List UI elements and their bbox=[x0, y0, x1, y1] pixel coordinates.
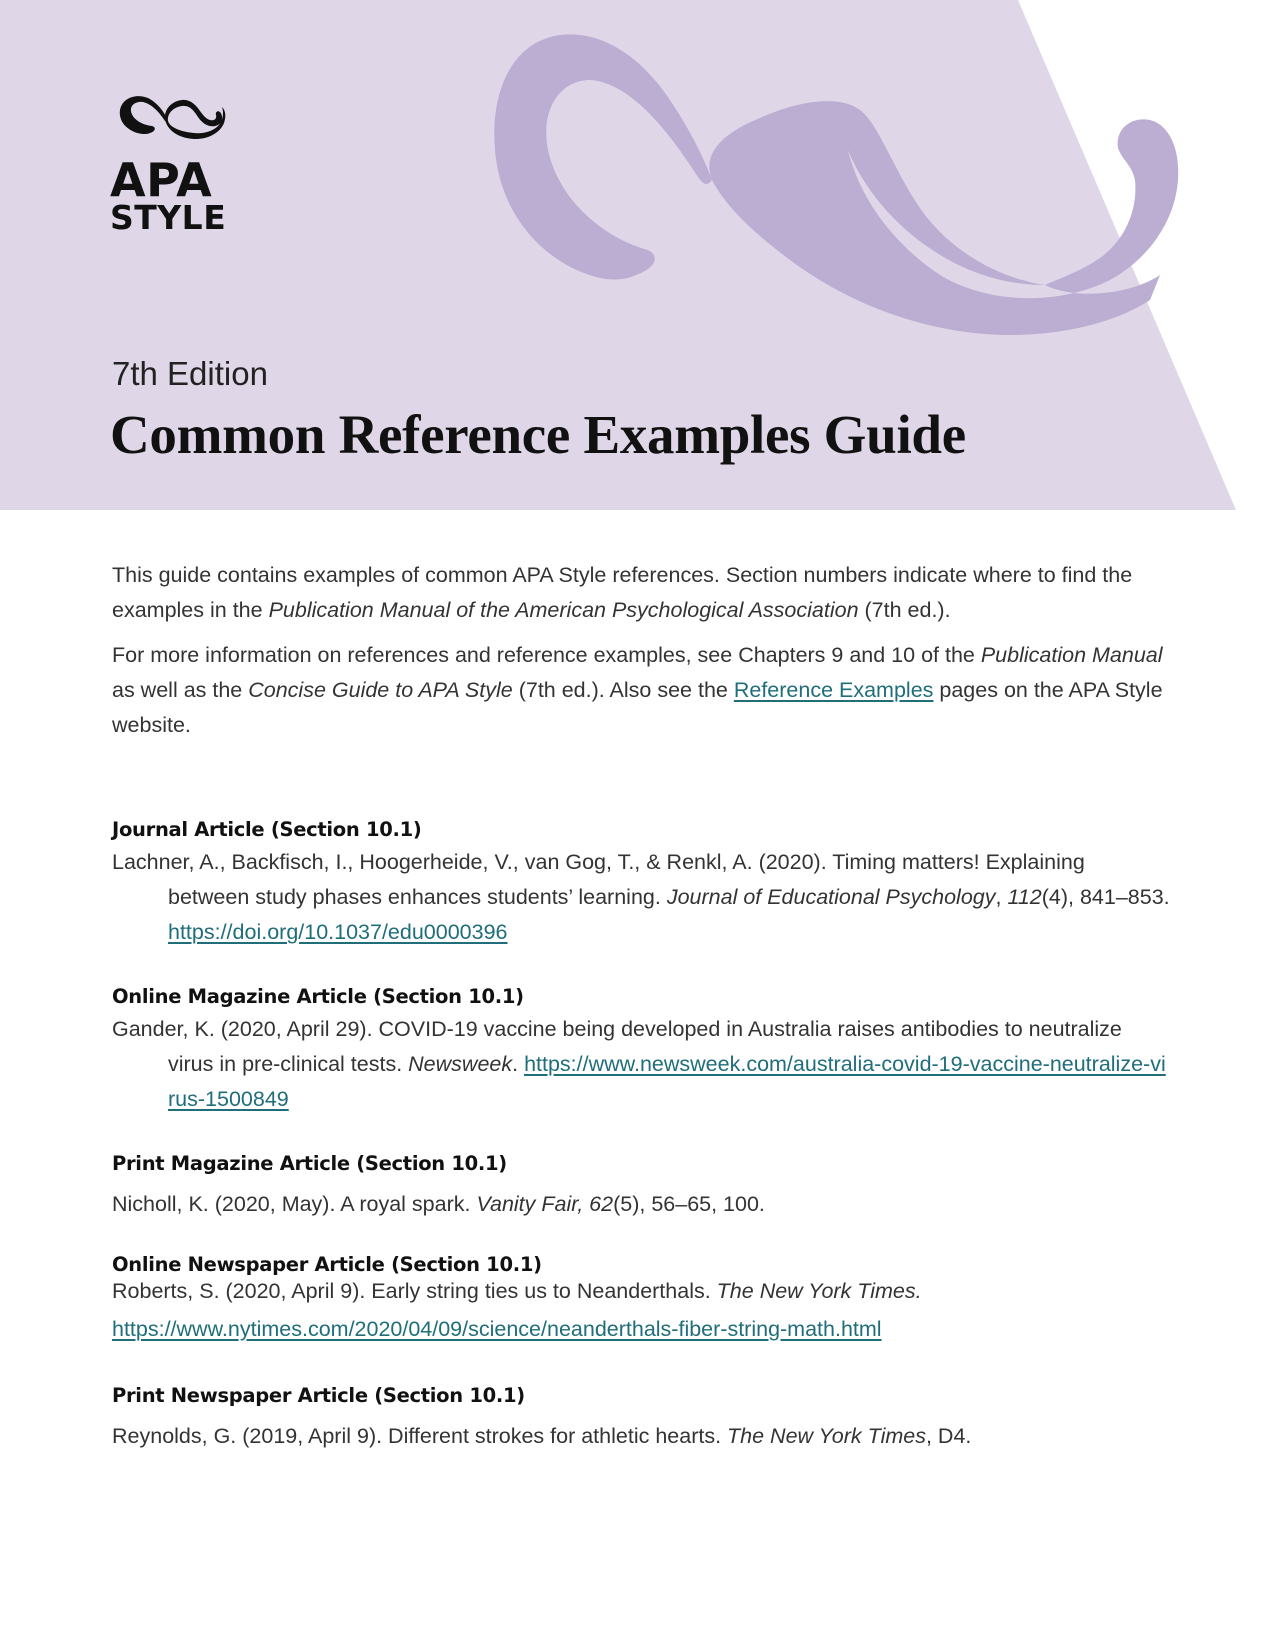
reference-heading: Online Magazine Article (Section 10.1) bbox=[112, 985, 524, 1008]
reference-heading: Print Magazine Article (Section 10.1) bbox=[112, 1152, 507, 1175]
reference-text: , D4. bbox=[925, 1424, 972, 1448]
reference-journal-article: Journal Article (Section 10.1) Lachner, … bbox=[112, 818, 1172, 950]
logo-apa-text: APA bbox=[110, 153, 213, 207]
reference-text: Reynolds, G. (2019, April 9). Different … bbox=[112, 1424, 728, 1448]
reference-text: Nicholl, K. (2020, May). A royal spark. bbox=[112, 1192, 477, 1216]
reference-entry: Gander, K. (2020, April 29). COVID-19 va… bbox=[112, 1012, 1172, 1117]
reference-entry: Lachner, A., Backfisch, I., Hoogerheide,… bbox=[112, 845, 1172, 950]
newspaper-title: The New York Times. bbox=[716, 1279, 922, 1303]
concise-guide-title: Concise Guide to APA Style bbox=[248, 678, 513, 702]
intro-paragraph-2: For more information on references and r… bbox=[112, 638, 1172, 743]
intro-text: For more information on references and r… bbox=[112, 643, 981, 667]
publication-manual-title: Publication Manual bbox=[980, 643, 1163, 667]
reference-entry: Reynolds, G. (2019, April 9). Different … bbox=[112, 1419, 1172, 1454]
flourish-main-drop bbox=[709, 101, 1179, 335]
article-url-link[interactable]: https://www.nytimes.com/2020/04/09/scien… bbox=[112, 1312, 882, 1347]
publication-manual-title: Publication Manual of the American Psych… bbox=[268, 598, 859, 622]
reference-print-newspaper: Print Newspaper Article (Section 10.1) R… bbox=[112, 1384, 1172, 1454]
intro-text: (7th ed.). bbox=[858, 598, 951, 622]
intro-section: This guide contains examples of common A… bbox=[112, 558, 1172, 753]
reference-heading: Print Newspaper Article (Section 10.1) bbox=[112, 1384, 525, 1407]
doi-link[interactable]: https://doi.org/10.1037/edu0000396 bbox=[168, 920, 508, 944]
flourish-left-loop bbox=[494, 34, 712, 280]
page-title: Common Reference Examples Guide bbox=[110, 404, 966, 465]
logo-style-text: STYLE bbox=[110, 198, 227, 237]
journal-title: Journal of Educational Psychology bbox=[666, 885, 996, 909]
apa-style-logo: APA STYLE bbox=[110, 95, 235, 234]
reference-heading: Online Newspaper Article (Section 10.1) bbox=[112, 1253, 542, 1276]
magazine-title: Newsweek bbox=[408, 1052, 513, 1076]
reference-online-magazine: Online Magazine Article (Section 10.1) G… bbox=[112, 985, 1172, 1117]
reference-print-magazine: Print Magazine Article (Section 10.1) Ni… bbox=[112, 1152, 1172, 1222]
reference-text: Roberts, S. (2020, April 9). Early strin… bbox=[112, 1279, 717, 1303]
reference-online-newspaper: Online Newspaper Article (Section 10.1) … bbox=[112, 1253, 1172, 1347]
magazine-title: Vanity Fair, 62 bbox=[476, 1192, 614, 1216]
edition-label: 7th Edition bbox=[112, 355, 268, 392]
reference-entry: Roberts, S. (2020, April 9). Early strin… bbox=[112, 1274, 1172, 1347]
volume-number: 112 bbox=[1007, 885, 1042, 909]
reference-examples-link[interactable]: Reference Examples bbox=[734, 678, 934, 702]
newspaper-title: The New York Times bbox=[727, 1424, 926, 1448]
apa-flourish-icon bbox=[119, 96, 226, 139]
reference-heading: Journal Article (Section 10.1) bbox=[112, 818, 422, 841]
intro-text: (7th ed.). Also see the bbox=[512, 678, 734, 702]
reference-text: . bbox=[512, 1052, 525, 1076]
reference-text: , bbox=[995, 885, 1008, 909]
intro-text: as well as the bbox=[112, 678, 249, 702]
reference-entry: Nicholl, K. (2020, May). A royal spark. … bbox=[112, 1187, 1172, 1222]
reference-text: (4), 841–853. bbox=[1041, 885, 1170, 909]
intro-paragraph-1: This guide contains examples of common A… bbox=[112, 558, 1172, 628]
reference-text: (5), 56–65, 100. bbox=[613, 1192, 765, 1216]
